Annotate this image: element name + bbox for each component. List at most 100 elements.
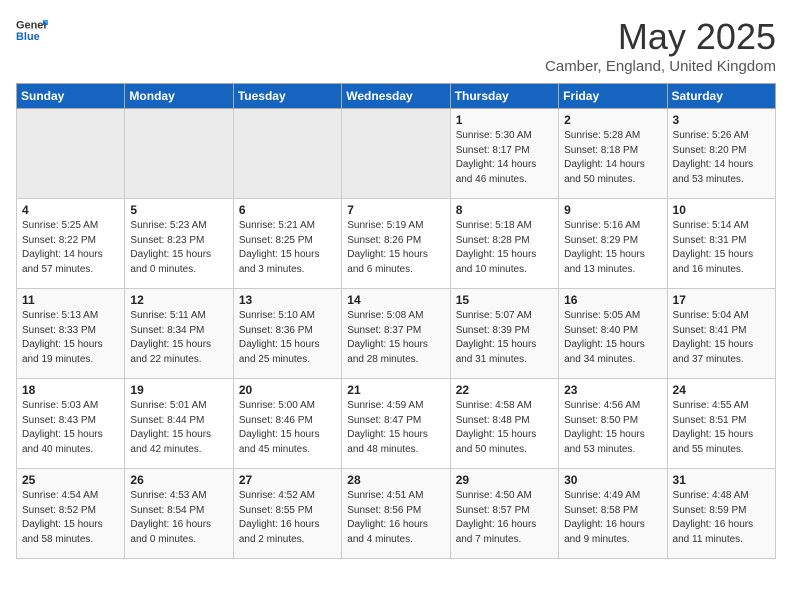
day-info: Sunrise: 4:54 AM Sunset: 8:52 PM Dayligh… xyxy=(22,489,119,547)
day-number: 16 xyxy=(564,293,661,307)
day-info: Sunrise: 5:25 AM Sunset: 8:22 PM Dayligh… xyxy=(22,219,119,277)
calendar-day-cell: 18Sunrise: 5:03 AM Sunset: 8:43 PM Dayli… xyxy=(17,379,125,469)
day-info: Sunrise: 5:00 AM Sunset: 8:46 PM Dayligh… xyxy=(239,399,336,457)
calendar-day-cell: 17 Sunrise: 5:04 AM Sunset: 8:41 PM Dayli… xyxy=(667,289,775,379)
calendar-day-cell: 7 Sunrise: 5:19 AM Sunset: 8:26 PM Daylig… xyxy=(342,199,450,289)
day-number: 13 xyxy=(239,293,336,307)
day-number: 8 xyxy=(456,203,553,217)
calendar-week-row: 25 Sunrise: 4:54 AM Sunset: 8:52 PM Dayli… xyxy=(17,469,776,559)
day-info: Sunrise: 5:08 AM Sunset: 8:37 PM Dayligh… xyxy=(347,309,444,367)
day-info: Sunrise: 5:21 AM Sunset: 8:25 PM Dayligh… xyxy=(239,219,336,277)
day-number: 26 xyxy=(130,473,227,487)
day-number: 17 xyxy=(673,293,770,307)
day-info: Sunrise: 4:49 AM Sunset: 8:58 PM Dayligh… xyxy=(564,489,661,547)
calendar-day-cell xyxy=(342,109,450,199)
calendar-day-cell: 29 Sunrise: 4:50 AM Sunset: 8:57 PM Dayli… xyxy=(450,469,558,559)
calendar-day-cell: 8 Sunrise: 5:18 AM Sunset: 8:28 PM Daylig… xyxy=(450,199,558,289)
calendar-weekday-header: Saturday xyxy=(667,84,775,109)
calendar-weekday-header: Wednesday xyxy=(342,84,450,109)
calendar-day-cell: 2 Sunrise: 5:28 AM Sunset: 8:18 PM Daylig… xyxy=(559,109,667,199)
day-number: 2 xyxy=(564,113,661,127)
day-number: 6 xyxy=(239,203,336,217)
day-number: 21 xyxy=(347,383,444,397)
day-number: 22 xyxy=(456,383,553,397)
logo-icon: General Blue xyxy=(16,16,48,44)
calendar-weekday-header: Thursday xyxy=(450,84,558,109)
calendar-day-cell xyxy=(17,109,125,199)
calendar-day-cell xyxy=(233,109,341,199)
day-info: Sunrise: 4:58 AM Sunset: 8:48 PM Dayligh… xyxy=(456,399,553,457)
day-number: 29 xyxy=(456,473,553,487)
calendar-day-cell: 1Sunrise: 5:30 AM Sunset: 8:17 PM Daylig… xyxy=(450,109,558,199)
calendar-day-cell: 27 Sunrise: 4:52 AM Sunset: 8:55 PM Dayli… xyxy=(233,469,341,559)
calendar-day-cell: 31 Sunrise: 4:48 AM Sunset: 8:59 PM Dayli… xyxy=(667,469,775,559)
day-number: 10 xyxy=(673,203,770,217)
day-info: Sunrise: 4:56 AM Sunset: 8:50 PM Dayligh… xyxy=(564,399,661,457)
calendar-week-row: 11 Sunrise: 5:13 AM Sunset: 8:33 PM Dayli… xyxy=(17,289,776,379)
calendar-title: May 2025 xyxy=(545,16,776,58)
calendar-day-cell: 30Sunrise: 4:49 AM Sunset: 8:58 PM Dayli… xyxy=(559,469,667,559)
day-info: Sunrise: 5:13 AM Sunset: 8:33 PM Dayligh… xyxy=(22,309,119,367)
calendar-day-cell: 26 Sunrise: 4:53 AM Sunset: 8:54 PM Dayli… xyxy=(125,469,233,559)
day-info: Sunrise: 4:48 AM Sunset: 8:59 PM Dayligh… xyxy=(673,489,770,547)
calendar-table: SundayMondayTuesdayWednesdayThursdayFrid… xyxy=(16,83,776,559)
day-number: 1 xyxy=(456,113,553,127)
day-number: 25 xyxy=(22,473,119,487)
day-info: Sunrise: 5:03 AM Sunset: 8:43 PM Dayligh… xyxy=(22,399,119,457)
day-number: 31 xyxy=(673,473,770,487)
calendar-week-row: 18Sunrise: 5:03 AM Sunset: 8:43 PM Dayli… xyxy=(17,379,776,469)
calendar-weekday-header: Monday xyxy=(125,84,233,109)
svg-text:Blue: Blue xyxy=(16,31,40,43)
calendar-day-cell: 5 Sunrise: 5:23 AM Sunset: 8:23 PM Daylig… xyxy=(125,199,233,289)
day-info: Sunrise: 5:07 AM Sunset: 8:39 PM Dayligh… xyxy=(456,309,553,367)
calendar-subtitle: Camber, England, United Kingdom xyxy=(545,58,776,75)
calendar-day-cell: 13Sunrise: 5:10 AM Sunset: 8:36 PM Dayli… xyxy=(233,289,341,379)
calendar-day-cell: 4Sunrise: 5:25 AM Sunset: 8:22 PM Daylig… xyxy=(17,199,125,289)
day-info: Sunrise: 5:04 AM Sunset: 8:41 PM Dayligh… xyxy=(673,309,770,367)
logo: General Blue xyxy=(16,16,48,44)
day-info: Sunrise: 5:18 AM Sunset: 8:28 PM Dayligh… xyxy=(456,219,553,277)
calendar-day-cell: 15 Sunrise: 5:07 AM Sunset: 8:39 PM Dayli… xyxy=(450,289,558,379)
day-info: Sunrise: 5:01 AM Sunset: 8:44 PM Dayligh… xyxy=(130,399,227,457)
calendar-day-cell: 9Sunrise: 5:16 AM Sunset: 8:29 PM Daylig… xyxy=(559,199,667,289)
day-info: Sunrise: 5:16 AM Sunset: 8:29 PM Dayligh… xyxy=(564,219,661,277)
day-info: Sunrise: 4:50 AM Sunset: 8:57 PM Dayligh… xyxy=(456,489,553,547)
day-number: 19 xyxy=(130,383,227,397)
day-number: 28 xyxy=(347,473,444,487)
day-info: Sunrise: 4:51 AM Sunset: 8:56 PM Dayligh… xyxy=(347,489,444,547)
calendar-day-cell: 24 Sunrise: 4:55 AM Sunset: 8:51 PM Dayli… xyxy=(667,379,775,469)
day-number: 15 xyxy=(456,293,553,307)
day-number: 7 xyxy=(347,203,444,217)
day-info: Sunrise: 4:59 AM Sunset: 8:47 PM Dayligh… xyxy=(347,399,444,457)
calendar-week-row: 1Sunrise: 5:30 AM Sunset: 8:17 PM Daylig… xyxy=(17,109,776,199)
calendar-weekday-header: Tuesday xyxy=(233,84,341,109)
day-number: 27 xyxy=(239,473,336,487)
calendar-day-cell: 3 Sunrise: 5:26 AM Sunset: 8:20 PM Daylig… xyxy=(667,109,775,199)
calendar-day-cell: 25 Sunrise: 4:54 AM Sunset: 8:52 PM Dayli… xyxy=(17,469,125,559)
day-info: Sunrise: 5:26 AM Sunset: 8:20 PM Dayligh… xyxy=(673,129,770,187)
day-number: 3 xyxy=(673,113,770,127)
calendar-day-cell: 19 Sunrise: 5:01 AM Sunset: 8:44 PM Dayli… xyxy=(125,379,233,469)
day-info: Sunrise: 5:28 AM Sunset: 8:18 PM Dayligh… xyxy=(564,129,661,187)
calendar-weekday-header: Sunday xyxy=(17,84,125,109)
calendar-week-row: 4Sunrise: 5:25 AM Sunset: 8:22 PM Daylig… xyxy=(17,199,776,289)
day-number: 23 xyxy=(564,383,661,397)
calendar-day-cell: 22 Sunrise: 4:58 AM Sunset: 8:48 PM Dayli… xyxy=(450,379,558,469)
page-header: General Blue May 2025 Camber, England, U… xyxy=(16,16,776,75)
day-number: 11 xyxy=(22,293,119,307)
calendar-day-cell: 6 Sunrise: 5:21 AM Sunset: 8:25 PM Daylig… xyxy=(233,199,341,289)
day-number: 12 xyxy=(130,293,227,307)
day-info: Sunrise: 4:55 AM Sunset: 8:51 PM Dayligh… xyxy=(673,399,770,457)
day-info: Sunrise: 5:14 AM Sunset: 8:31 PM Dayligh… xyxy=(673,219,770,277)
day-info: Sunrise: 5:19 AM Sunset: 8:26 PM Dayligh… xyxy=(347,219,444,277)
day-info: Sunrise: 5:23 AM Sunset: 8:23 PM Dayligh… xyxy=(130,219,227,277)
day-number: 14 xyxy=(347,293,444,307)
day-number: 5 xyxy=(130,203,227,217)
calendar-day-cell: 14 Sunrise: 5:08 AM Sunset: 8:37 PM Dayli… xyxy=(342,289,450,379)
calendar-weekday-header: Friday xyxy=(559,84,667,109)
day-number: 24 xyxy=(673,383,770,397)
day-info: Sunrise: 4:53 AM Sunset: 8:54 PM Dayligh… xyxy=(130,489,227,547)
day-info: Sunrise: 5:05 AM Sunset: 8:40 PM Dayligh… xyxy=(564,309,661,367)
calendar-day-cell: 28 Sunrise: 4:51 AM Sunset: 8:56 PM Dayli… xyxy=(342,469,450,559)
day-info: Sunrise: 4:52 AM Sunset: 8:55 PM Dayligh… xyxy=(239,489,336,547)
